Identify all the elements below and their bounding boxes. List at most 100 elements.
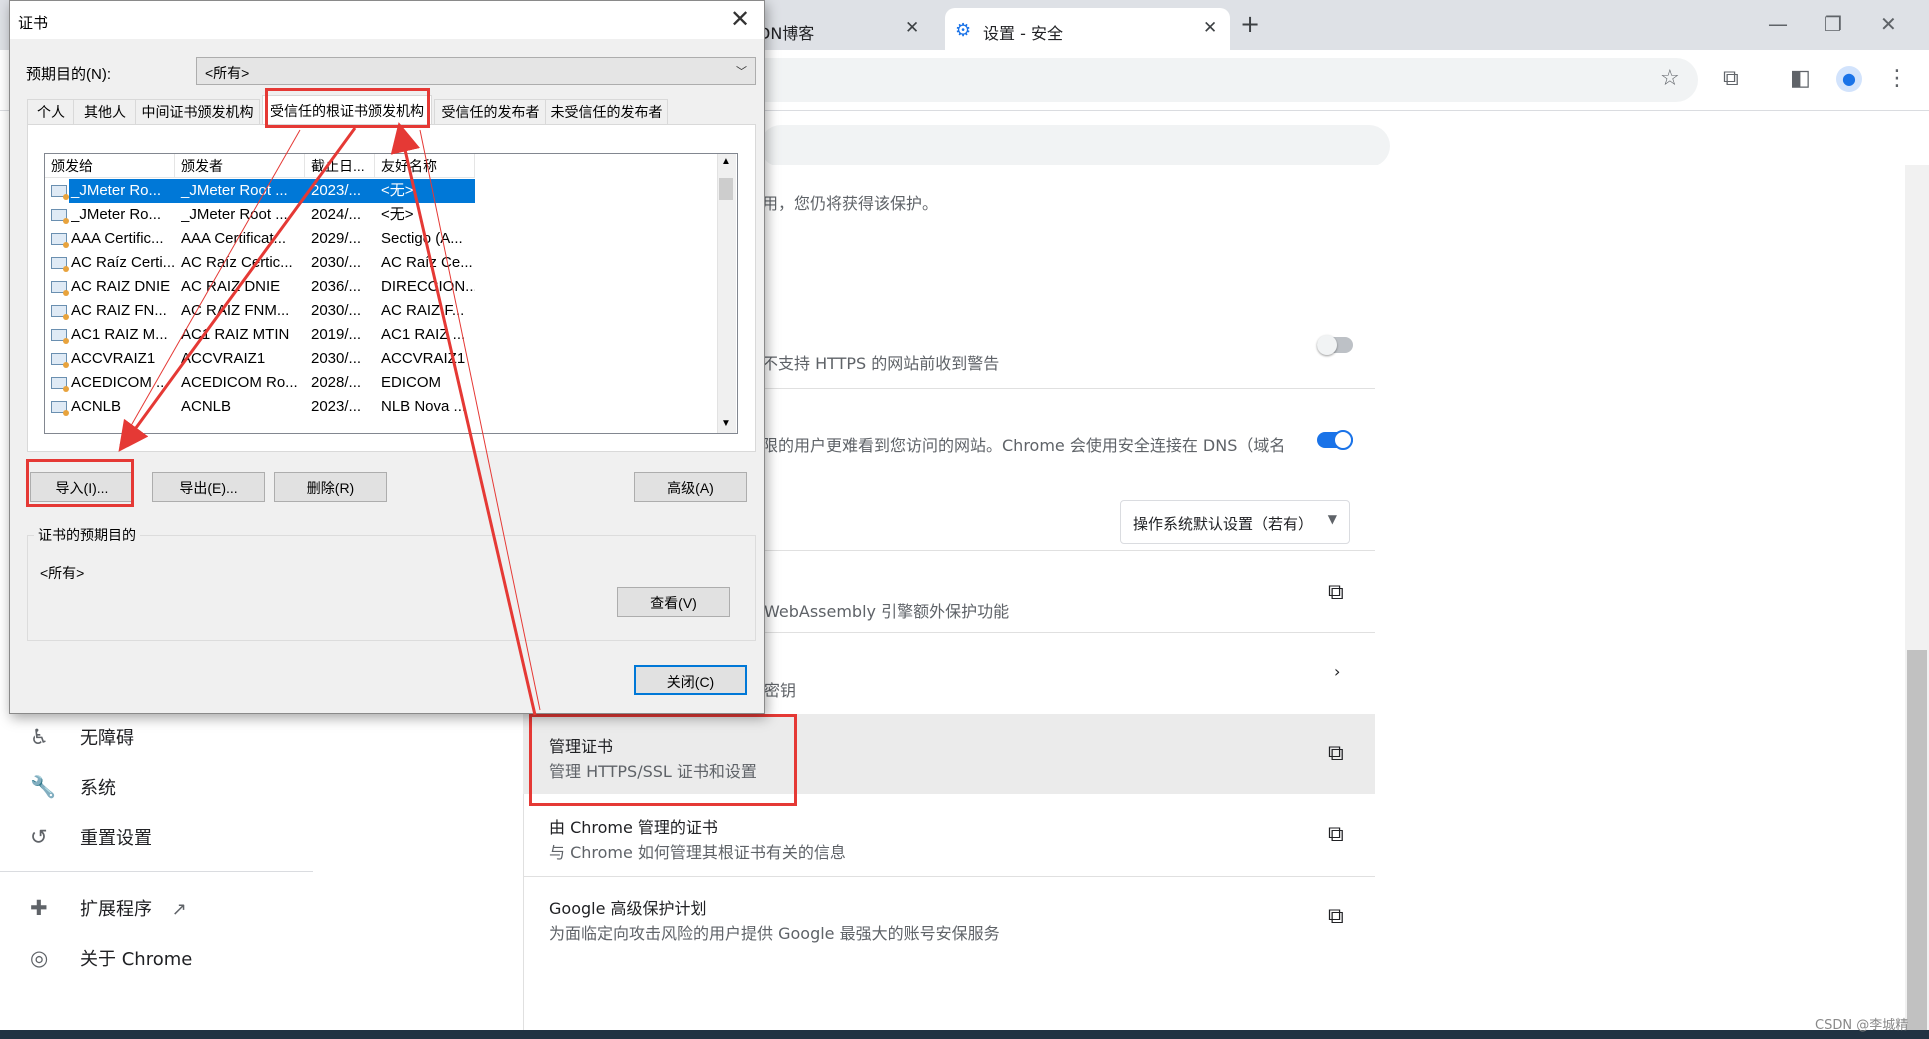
external-link-icon[interactable]: ⧉ [1328, 743, 1350, 765]
os-taskbar [0, 1030, 1929, 1039]
tab-personal[interactable]: 个人 [27, 99, 75, 124]
dialog-title: 证书 [18, 15, 49, 32]
tab-csdn[interactable]: DN博客 ✕ [740, 8, 930, 50]
certificate-icon [51, 185, 69, 200]
sidebar-item-extensions[interactable]: ✚ 扩展程序 ↗ [30, 895, 187, 925]
tab-trusted-publishers[interactable]: 受信任的发布者 [434, 99, 547, 124]
dialog-titlebar [10, 1, 764, 39]
cell: EDICOM [381, 374, 441, 391]
secure-dns-toggle[interactable] [1317, 430, 1353, 450]
external-link-icon[interactable]: ⧉ [1328, 824, 1350, 846]
cell: 2030/... [311, 350, 362, 367]
menu-icon[interactable]: ⋮ [1886, 66, 1908, 91]
external-link-icon[interactable]: ⧉ [1328, 582, 1350, 604]
certificate-icon [51, 377, 69, 392]
cell: <无> [375, 179, 475, 203]
cell: 2023/... [311, 398, 362, 415]
table-row[interactable]: AC1 RAIZ M... AC1 RAIZ MTIN 2019/... AC1… [45, 323, 731, 347]
annotation-box-trusted-root-tab [265, 88, 430, 128]
tab-intermediate-ca[interactable]: 中间证书颁发机构 [135, 99, 260, 124]
reset-icon: ↺ [30, 825, 48, 849]
cell: AC1 RAIZ ... [381, 326, 466, 343]
tab-close-icon[interactable]: ✕ [905, 18, 919, 38]
table-row[interactable]: AC RAIZ DNIE AC RAIZ DNIE 2036/... DIREC… [45, 275, 731, 299]
certificate-purposes-value: <所有> [40, 565, 85, 581]
table-row[interactable]: ACNLB ACNLB 2023/... NLB Nova ... [45, 395, 731, 419]
intended-purpose-label: 预期目的(N): [26, 66, 111, 83]
cell: AC Raíz Ce... [381, 254, 473, 271]
address-bar[interactable] [720, 58, 1698, 102]
scroll-up-icon[interactable]: ▲ [721, 156, 731, 167]
table-row[interactable]: ACCVRAIZ1 ACCVRAIZ1 2030/... ACCVRAIZ1 [45, 347, 731, 371]
accessibility-icon: ♿ [30, 725, 49, 749]
extensions-icon[interactable]: ⧉ [1723, 66, 1739, 91]
chrome-certificates-title[interactable]: 由 Chrome 管理的证书 [549, 814, 718, 838]
dropdown-arrow-icon: ▼ [1327, 512, 1337, 526]
certificate-icon [51, 305, 69, 320]
certificate-icon [51, 233, 69, 248]
certificate-icon [51, 257, 69, 272]
https-first-toggle[interactable] [1317, 335, 1353, 355]
table-row[interactable]: _JMeter Ro... _JMeter Root ... 2024/... … [45, 203, 731, 227]
star-icon[interactable]: ☆ [1660, 66, 1680, 91]
page-scrollbar-thumb[interactable] [1907, 650, 1927, 1030]
settings-search-input[interactable] [760, 125, 1390, 167]
dialog-close-icon[interactable]: ✕ [730, 5, 750, 34]
dns-provider-select[interactable]: 操作系统默认设置（若有） ▼ [1120, 500, 1350, 544]
cell: 2023/... [305, 179, 375, 203]
puzzle-icon: ✚ [30, 896, 48, 920]
table-row[interactable]: AC Raíz Certi... AC Raíz Certic... 2030/… [45, 251, 731, 275]
chevron-right-icon[interactable]: › [1334, 662, 1340, 681]
sidebar-item-accessibility[interactable]: ♿ 无障碍 [30, 724, 134, 754]
tab-untrusted-publishers[interactable]: 未受信任的发布者 [545, 99, 668, 124]
column-friendly-name[interactable]: 友好名称 [375, 154, 475, 178]
sidebar-item-label: 关于 Chrome [80, 949, 193, 970]
advanced-protection-title[interactable]: Google 高级保护计划 [549, 895, 707, 919]
restore-icon[interactable]: ❐ [1824, 12, 1842, 36]
remove-button[interactable]: 删除(R) [274, 472, 387, 502]
table-row[interactable]: ACEDICOM ... ACEDICOM Ro... 2028/... EDI… [45, 371, 731, 395]
new-tab-icon[interactable]: + [1240, 10, 1260, 38]
external-link-icon[interactable]: ⧉ [1328, 906, 1350, 928]
cell: NLB Nova ... [381, 398, 467, 415]
profile-icon[interactable]: ● [1836, 66, 1862, 92]
column-expiration[interactable]: 截止日... [305, 154, 375, 178]
close-button[interactable]: 关闭(C) [634, 665, 747, 695]
cell: ACCVRAIZ1 [181, 350, 266, 367]
sidebar-item-reset[interactable]: ↺ 重置设置 [30, 824, 152, 854]
export-button[interactable]: 导出(E)... [152, 472, 265, 502]
certificate-icon [51, 401, 69, 416]
secure-dns-desc: 限的用户更难看到您访问的网站。Chrome 会使用安全连接在 DNS（域名 [762, 436, 1286, 455]
table-row[interactable]: AC RAIZ FN... AC RAIZ FNM... 2030/... AC… [45, 299, 731, 323]
column-issued-by[interactable]: 颁发者 [175, 154, 305, 178]
cell: _JMeter Root ... [181, 206, 288, 223]
column-issued-to[interactable]: 颁发给 [45, 154, 175, 178]
side-panel-icon[interactable]: ◧ [1790, 66, 1811, 91]
cell: AAA Certificat... [181, 230, 287, 247]
cell: AC1 RAIZ MTIN [181, 326, 290, 343]
tab-close-icon[interactable]: ✕ [1203, 18, 1217, 38]
scroll-down-icon[interactable]: ▼ [721, 418, 731, 429]
minimize-icon[interactable]: — [1768, 12, 1788, 36]
cell: DIRECCION... [381, 278, 475, 295]
table-row[interactable]: _JMeter Ro... _JMeter Root ... 2023/... … [45, 179, 731, 203]
chrome-certificates-desc: 与 Chrome 如何管理其根证书有关的信息 [549, 843, 846, 862]
table-row[interactable]: AAA Certific... AAA Certificat... 2029/.… [45, 227, 731, 251]
annotation-box-manage-certs [529, 714, 797, 806]
window-close-icon[interactable]: ✕ [1880, 12, 1897, 36]
list-scrollbar-thumb[interactable] [719, 178, 733, 200]
row-divider [523, 876, 1375, 877]
tab-settings-security[interactable]: ⚙ 设置 - 安全 ✕ [945, 8, 1230, 50]
intended-purpose-value: <所有> [205, 65, 250, 81]
cell: <无> [381, 206, 414, 223]
certificate-list[interactable]: 颁发给 颁发者 截止日... 友好名称 _JMeter Ro... _JMete… [44, 153, 738, 434]
advanced-button[interactable]: 高级(A) [634, 472, 747, 502]
view-button[interactable]: 查看(V) [617, 587, 730, 617]
sidebar-item-about[interactable]: ◎ 关于 Chrome [30, 945, 192, 975]
tab-other-people[interactable]: 其他人 [73, 99, 137, 124]
sidebar-item-system[interactable]: 🔧 系统 [30, 774, 116, 804]
cell: 2029/... [311, 230, 362, 247]
cell: 2036/... [311, 278, 362, 295]
sidebar-divider [0, 871, 313, 872]
intended-purpose-select[interactable]: <所有> ﹀ [196, 57, 756, 85]
